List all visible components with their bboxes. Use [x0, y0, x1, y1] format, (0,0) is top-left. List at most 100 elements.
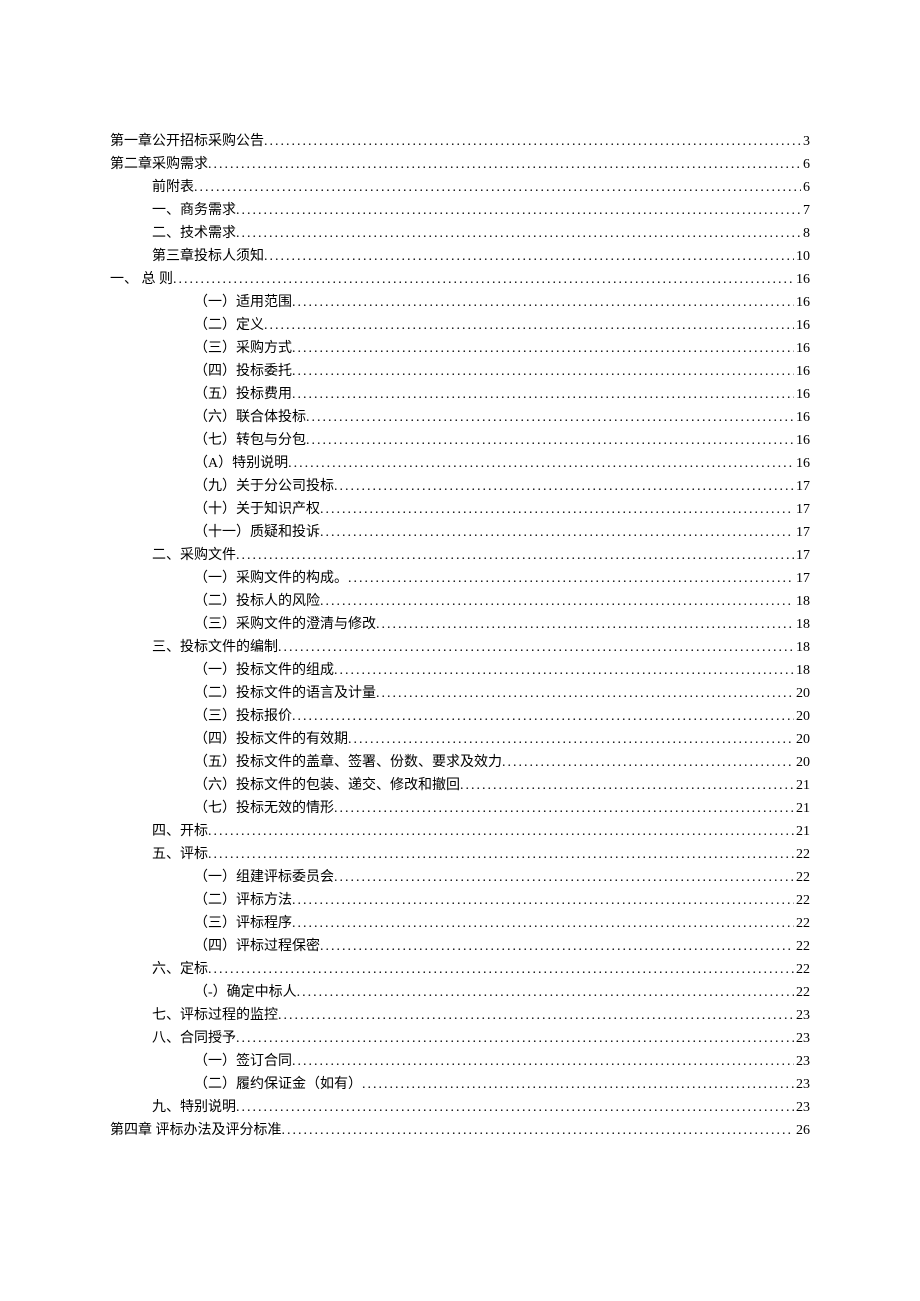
toc-page-number: 8	[801, 222, 810, 245]
toc-label: （三）采购方式	[194, 337, 292, 360]
toc-leader-dots	[292, 360, 794, 383]
toc-page-number: 23	[794, 1096, 810, 1119]
toc-leader-dots	[334, 866, 794, 889]
toc-label: （四）评标过程保密	[194, 935, 320, 958]
toc-page-number: 6	[801, 153, 810, 176]
toc-leader-dots	[502, 751, 794, 774]
toc-entry: （三）采购方式 16	[110, 337, 810, 360]
toc-page-number: 20	[794, 728, 810, 751]
toc-page-number: 20	[794, 705, 810, 728]
toc-page-number: 21	[794, 774, 810, 797]
toc-label: 二、采购文件	[152, 544, 236, 567]
toc-leader-dots	[334, 475, 794, 498]
toc-entry: 一、 总 则 16	[110, 268, 810, 291]
toc-entry: 二、技术需求8	[110, 222, 810, 245]
toc-label: 三、投标文件的编制	[152, 636, 278, 659]
toc-leader-dots	[376, 682, 794, 705]
toc-leader-dots	[292, 291, 794, 314]
toc-label: （十一）质疑和投诉	[194, 521, 320, 544]
toc-entry: 八、合同授予23	[110, 1027, 810, 1050]
table-of-contents: 第一章公开招标采购公告3第二章采购需求6前附表6一、商务需求7二、技术需求8第三…	[110, 130, 810, 1142]
toc-leader-dots	[334, 797, 794, 820]
toc-entry: （九）关于分公司投标 17	[110, 475, 810, 498]
toc-entry: 一、商务需求 7	[110, 199, 810, 222]
toc-page-number: 22	[794, 958, 810, 981]
toc-entry: 四、开标21	[110, 820, 810, 843]
toc-leader-dots	[292, 889, 794, 912]
toc-page-number: 6	[801, 176, 810, 199]
toc-page-number: 16	[794, 406, 810, 429]
toc-label: （一）投标文件的组成	[194, 659, 334, 682]
toc-entry: （二）定义 16	[110, 314, 810, 337]
toc-page-number: 7	[801, 199, 810, 222]
toc-entry: 第三章投标人须知10	[110, 245, 810, 268]
toc-label: 四、开标	[152, 820, 208, 843]
toc-label: （五）投标费用	[194, 383, 292, 406]
toc-label: （四）投标委托	[194, 360, 292, 383]
toc-page-number: 22	[794, 935, 810, 958]
toc-leader-dots	[288, 452, 794, 475]
toc-entry: （四）投标委托 16	[110, 360, 810, 383]
toc-leader-dots	[278, 1004, 794, 1027]
toc-leader-dots	[320, 935, 794, 958]
toc-page-number: 3	[801, 130, 810, 153]
toc-leader-dots	[278, 636, 794, 659]
toc-label: 一、商务需求	[152, 199, 236, 222]
toc-label: （二）履约保证金（如有）	[194, 1073, 362, 1096]
toc-entry: （四）评标过程保密 22	[110, 935, 810, 958]
toc-entry: （三）采购文件的澄清与修改 18	[110, 613, 810, 636]
toc-label: 一、 总 则	[110, 268, 173, 291]
toc-label: 第四章 评标办法及评分标准	[110, 1119, 282, 1142]
toc-page-number: 17	[794, 498, 810, 521]
toc-label: 第二章采购需求	[110, 153, 208, 176]
toc-leader-dots	[348, 567, 794, 590]
toc-leader-dots	[236, 1027, 794, 1050]
toc-page-number: 22	[794, 866, 810, 889]
toc-page-number: 20	[794, 751, 810, 774]
toc-page-number: 20	[794, 682, 810, 705]
toc-entry: （七）转包与分包 16	[110, 429, 810, 452]
toc-entry: （七）投标无效的情形 21	[110, 797, 810, 820]
toc-entry: 三、投标文件的编制 18	[110, 636, 810, 659]
toc-entry: （A）特别说明 16	[110, 452, 810, 475]
toc-page-number: 22	[794, 843, 810, 866]
toc-leader-dots	[362, 1073, 794, 1096]
toc-label: （十）关于知识产权	[194, 498, 320, 521]
toc-label: 八、合同授予	[152, 1027, 236, 1050]
toc-leader-dots	[306, 406, 794, 429]
toc-page-number: 17	[794, 544, 810, 567]
toc-label: （-）确定中标人	[194, 981, 297, 1004]
toc-leader-dots	[320, 590, 794, 613]
toc-page-number: 22	[794, 889, 810, 912]
toc-page-number: 16	[794, 383, 810, 406]
toc-leader-dots	[208, 958, 794, 981]
toc-entry: 五、评标 22	[110, 843, 810, 866]
toc-leader-dots	[460, 774, 794, 797]
toc-entry: （一）适用范围 16	[110, 291, 810, 314]
toc-leader-dots	[236, 544, 794, 567]
toc-leader-dots	[292, 912, 794, 935]
toc-entry: 第二章采购需求 6	[110, 153, 810, 176]
toc-label: 第一章公开招标采购公告	[110, 130, 264, 153]
toc-page-number: 16	[794, 429, 810, 452]
toc-leader-dots	[236, 222, 801, 245]
toc-label: （A）特别说明	[194, 452, 288, 475]
toc-page-number: 22	[794, 981, 810, 1004]
toc-entry: （-）确定中标人 22	[110, 981, 810, 1004]
toc-label: （二）投标文件的语言及计量	[194, 682, 376, 705]
toc-entry: （六）联合体投标 16	[110, 406, 810, 429]
toc-leader-dots	[292, 1050, 794, 1073]
toc-page: 第一章公开招标采购公告3第二章采购需求6前附表6一、商务需求7二、技术需求8第三…	[0, 0, 920, 1242]
toc-page-number: 18	[794, 636, 810, 659]
toc-entry: （二）履约保证金（如有） 23	[110, 1073, 810, 1096]
toc-label: （四）投标文件的有效期	[194, 728, 348, 751]
toc-label: （七）投标无效的情形	[194, 797, 334, 820]
toc-page-number: 17	[794, 521, 810, 544]
toc-entry: （一）采购文件的构成。 17	[110, 567, 810, 590]
toc-page-number: 16	[794, 452, 810, 475]
toc-label: （六）投标文件的包装、递交、修改和撤回	[194, 774, 460, 797]
toc-label: 五、评标	[152, 843, 208, 866]
toc-page-number: 22	[794, 912, 810, 935]
toc-leader-dots	[208, 820, 794, 843]
toc-page-number: 16	[794, 268, 810, 291]
